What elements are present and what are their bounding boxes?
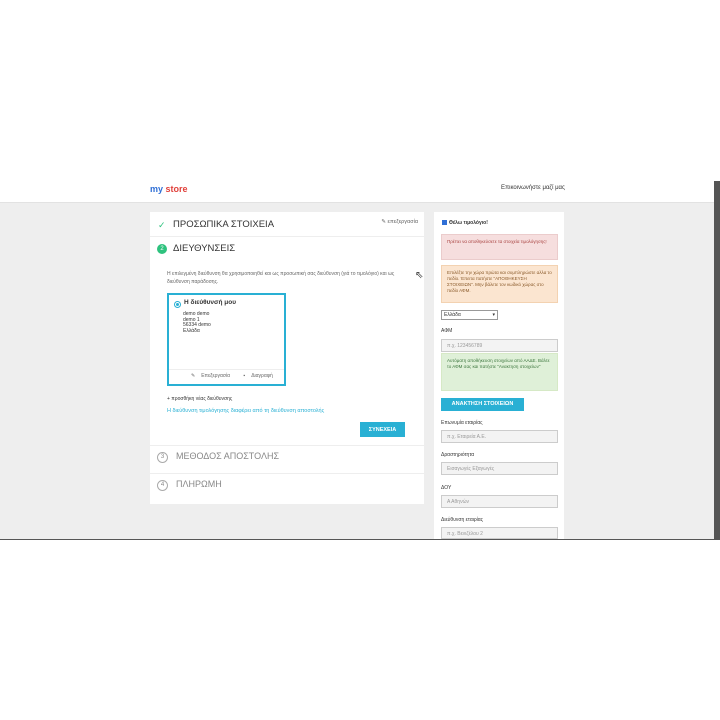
company-address-label: Διεύθυνση εταιρίας (441, 517, 484, 523)
company-input[interactable]: π.χ. Εταιρεία Α.Ε. (441, 430, 558, 443)
auto-fill-info-alert: Αυτόματη αποθήκευση στοιχείων από ΑΑΔΕ. … (441, 353, 558, 391)
continue-button[interactable]: ΣΥΝΕΧΕΙΑ (360, 422, 405, 437)
step-title: ΜΕΘΟΔΟΣ ΑΠΟΣΤΟΛΗΣ (176, 451, 280, 461)
vat-label: ΑΦΜ (441, 328, 453, 334)
scrollbar[interactable] (714, 181, 720, 539)
address-radio[interactable] (174, 301, 181, 308)
retrieve-data-button[interactable]: ΑΝΑΚΤΗΣΗ ΣΤΟΙΧΕΙΩΝ (441, 398, 524, 411)
address-description: Η επιλεγμένη διεύθυνση θα χρησιμοποιηθεί… (167, 271, 395, 285)
pencil-icon: ✎ (191, 373, 196, 379)
step-number-badge: 3 (157, 452, 168, 463)
step-title: ΔΙΕΥΘΥΝΣΕΙΣ (173, 243, 236, 254)
vat-input[interactable]: π.χ. 123456789 (441, 339, 558, 352)
tax-office-input[interactable]: Α Αθηνών (441, 495, 558, 508)
add-new-address-link[interactable]: + προσθήκη νέας διεύθυνσης (167, 396, 232, 402)
step-personal-info[interactable]: ✓ ΠΡΟΣΩΠΙΚΑ ΣΤΟΙΧΕΙΑ ✎ επεξεργασία (150, 212, 424, 237)
different-billing-link[interactable]: Η διεύθυνση τιμολόγησης διαφέρει από τη … (167, 408, 324, 414)
address-actions: ✎ Επεξεργασία ▪ Διαγραφή (191, 373, 285, 379)
tax-office-label: ΔΟΥ (441, 485, 452, 491)
step-title: ΠΡΟΣΩΠΙΚΑ ΣΤΟΙΧΕΙΑ (173, 219, 275, 230)
step-payment[interactable]: 4 ΠΛΗΡΩΜΗ (150, 473, 424, 502)
country-select[interactable]: Ελλάδα ▾ (441, 310, 498, 320)
edit-address-button[interactable]: ✎ Επεξεργασία (191, 373, 236, 379)
address-title: Η διεύθυνσή μου (184, 299, 236, 306)
site-header: my store Επικοινωνήστε μαζί μας (0, 176, 720, 203)
delete-address-button[interactable]: ▪ Διαγραφή (243, 373, 278, 379)
company-address-input[interactable]: π.χ. Βενιζέλου 2 (441, 527, 558, 539)
check-icon: ✓ (158, 220, 166, 230)
activity-input[interactable]: Εισαγωγές Εξαγωγές (441, 462, 558, 475)
invoice-checkbox-row[interactable]: Θέλω τιμολόγιο! (442, 220, 488, 226)
checkout-steps-card: ✓ ΠΡΟΣΩΠΙΚΑ ΣΤΟΙΧΕΙΑ ✎ επεξεργασία 2 ΔΙΕ… (150, 212, 424, 504)
instructions-alert: Επιλέξτε την χώρα πρώτα και συμπληρώστε … (441, 265, 558, 303)
company-label: Επωνυμία εταιρίας (441, 420, 483, 426)
edit-personal-link[interactable]: ✎ επεξεργασία (381, 219, 418, 225)
divider (169, 369, 284, 370)
mouse-cursor-icon: ⇖ (415, 270, 424, 281)
step-number-badge: 2 (157, 244, 167, 254)
chevron-down-icon: ▾ (492, 312, 495, 318)
save-warning-alert: Πρέπει να αποθηκεύσετε τα στοιχεία τιμολ… (441, 234, 558, 260)
step-title: ΠΛΗΡΩΜΗ (176, 479, 222, 489)
trash-icon: ▪ (243, 373, 246, 379)
activity-label: Δραστηριότητα (441, 452, 475, 458)
store-logo[interactable]: my store (150, 184, 188, 194)
contact-link[interactable]: Επικοινωνήστε μαζί μας (501, 185, 565, 191)
invoice-card: Θέλω τιμολόγιο! Πρέπει να αποθηκεύσετε τ… (434, 212, 564, 539)
step-shipping[interactable]: 3 ΜΕΘΟΔΟΣ ΑΠΟΣΤΟΛΗΣ (150, 445, 424, 474)
divider (0, 539, 720, 540)
invoice-checkbox[interactable] (442, 220, 447, 226)
address-lines: demo demo demo 1 56334 demo Ελλάδα (183, 311, 211, 334)
step-number-badge: 4 (157, 480, 168, 491)
address-card[interactable]: Η διεύθυνσή μου demo demo demo 1 56334 d… (167, 293, 286, 386)
